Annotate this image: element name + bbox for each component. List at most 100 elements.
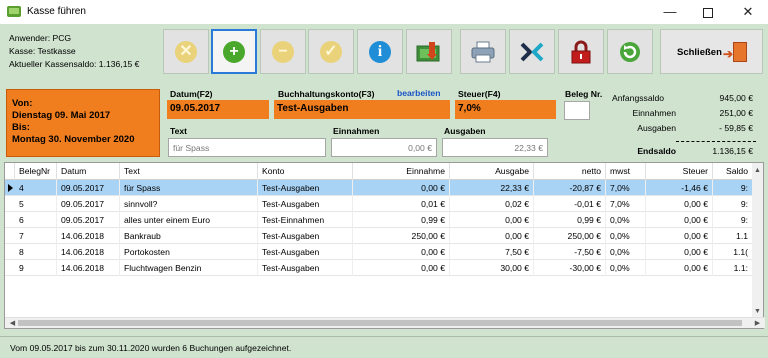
column-header[interactable]: BelegNr [15, 163, 57, 180]
table-cell: Test-Einnahmen [258, 212, 353, 228]
text-field[interactable]: für Spass [168, 138, 326, 157]
close-window-button[interactable]: ✕ [730, 0, 766, 24]
date-label: Datum(F2) [170, 89, 213, 99]
receipt-number-field[interactable] [564, 101, 590, 120]
table-cell: 4 [15, 180, 57, 196]
table-cell: 1.1: [713, 260, 753, 276]
table-row[interactable]: 9 14.06.2018 Fluchtwagen Benzin Test-Aus… [5, 260, 753, 276]
summary-expense-value: - 59,85 € [719, 123, 753, 133]
close-register-label: Schließen [677, 47, 722, 58]
maximize-icon [703, 7, 713, 18]
income-label: Einnahmen [333, 126, 380, 136]
expense-label: Ausgaben [444, 126, 486, 136]
column-header[interactable]: Saldo [713, 163, 753, 180]
table-cell: 6 [15, 212, 57, 228]
column-header[interactable]: netto [534, 163, 606, 180]
table-cell: -0,01 € [534, 196, 606, 212]
period-from-date: Dienstag 09. Mai 2017 [12, 110, 111, 121]
column-header[interactable]: Datum [57, 163, 120, 180]
scroll-down-icon[interactable]: ▼ [752, 306, 763, 317]
lock-button[interactable] [558, 29, 604, 74]
table-row[interactable]: 4 09.05.2017 für Spass Test-Ausgaben 0,0… [5, 180, 753, 196]
table-cell: Fluchtwagen Benzin [120, 260, 258, 276]
period-from-label: Von: [12, 98, 33, 109]
table-cell: 9: [713, 196, 753, 212]
app-icon [7, 6, 21, 17]
table-cell: 0,0% [606, 212, 646, 228]
table-cell: 8 [15, 244, 57, 260]
table-cell: 0,00 € [353, 244, 450, 260]
scroll-left-icon[interactable]: ◀ [7, 318, 18, 329]
close-register-button[interactable]: Schließen ➔ [660, 29, 763, 74]
summary-divider [676, 141, 756, 142]
tax-field[interactable]: 7,0% [455, 100, 556, 119]
vertical-scrollbar[interactable]: ▲ ▼ [752, 163, 763, 319]
refresh-button[interactable] [607, 29, 653, 74]
current-balance-label: Aktueller Kassensaldo: 1.136,15 € [9, 59, 140, 69]
table-cell: 250,00 € [534, 228, 606, 244]
cash-register-button[interactable] [406, 29, 452, 74]
export-icon [520, 42, 544, 61]
column-header[interactable]: Steuer [646, 163, 713, 180]
horizontal-scrollbar[interactable]: ◀ ▶ [5, 317, 765, 328]
table-cell: Portokosten [120, 244, 258, 260]
remove-button[interactable]: − [260, 29, 306, 74]
table-cell: Test-Ausgaben [258, 196, 353, 212]
table-cell: 09.05.2017 [57, 180, 120, 196]
cancel-button[interactable]: ✕ [163, 29, 209, 74]
status-text: Vom 09.05.2017 bis zum 30.11.2020 wurden… [10, 343, 292, 353]
table-cell: 09.05.2017 [57, 196, 120, 212]
table-row[interactable]: 8 14.06.2018 Portokosten Test-Ausgaben 0… [5, 244, 753, 260]
title-bar: Kasse führen — ✕ [0, 0, 768, 24]
table-cell: 9: [713, 212, 753, 228]
period-box: Von: Dienstag 09. Mai 2017 Bis: Montag 3… [6, 89, 160, 157]
table-cell: 0,00 € [353, 180, 450, 196]
maximize-button[interactable] [690, 0, 726, 24]
column-header[interactable]: Einnahme [353, 163, 450, 180]
horizontal-scroll-thumb[interactable] [18, 320, 742, 326]
print-button[interactable] [460, 29, 506, 74]
column-header[interactable]: mwst [606, 163, 646, 180]
income-field[interactable]: 0,00 € [331, 138, 437, 157]
printer-icon [471, 41, 495, 62]
status-bar: Vom 09.05.2017 bis zum 30.11.2020 wurden… [0, 336, 768, 358]
account-label: Buchhaltungskonto(F3) [278, 89, 375, 99]
table-row[interactable]: 5 09.05.2017 sinnvoll? Test-Ausgaben 0,0… [5, 196, 753, 212]
info-button[interactable]: i [357, 29, 403, 74]
table-cell: -7,50 € [534, 244, 606, 260]
table-cell: 250,00 € [353, 228, 450, 244]
bookings-table[interactable]: BelegNr Datum Text Konto Einnahme Ausgab… [4, 162, 765, 329]
table-cell: 14.06.2018 [57, 260, 120, 276]
column-header[interactable]: Text [120, 163, 258, 180]
table-cell: 7 [15, 228, 57, 244]
table-cell: 9 [15, 260, 57, 276]
row-selector-header [5, 163, 15, 180]
account-info: Anwender: PCG Kasse: Testkasse Aktueller… [9, 32, 139, 71]
scroll-right-icon[interactable]: ▶ [752, 318, 763, 329]
table-cell: alles unter einem Euro [120, 212, 258, 228]
column-header[interactable]: Konto [258, 163, 353, 180]
table-cell: 1.1( [713, 244, 753, 260]
minimize-button[interactable]: — [652, 0, 688, 24]
period-to-date: Montag 30. November 2020 [12, 134, 135, 145]
table-cell: 0,00 € [646, 260, 713, 276]
table-cell: -20,87 € [534, 180, 606, 196]
table-row[interactable]: 7 14.06.2018 Bankraub Test-Ausgaben 250,… [5, 228, 753, 244]
scroll-up-icon[interactable]: ▲ [752, 165, 763, 176]
expense-field[interactable]: 22,33 € [442, 138, 548, 157]
table-cell: 30,00 € [450, 260, 534, 276]
remove-icon: − [272, 40, 294, 63]
table-cell: 0,0% [606, 228, 646, 244]
add-button[interactable]: + [211, 29, 257, 74]
add-icon: + [223, 40, 245, 63]
account-edit-link[interactable]: bearbeiten [397, 88, 440, 98]
export-button[interactable] [509, 29, 555, 74]
account-field[interactable]: Test-Ausgaben [274, 100, 450, 119]
table-cell: -30,00 € [534, 260, 606, 276]
table-cell: 0,00 € [646, 212, 713, 228]
table-cell: Test-Ausgaben [258, 228, 353, 244]
date-field[interactable]: 09.05.2017 [167, 100, 269, 119]
table-row[interactable]: 6 09.05.2017 alles unter einem Euro Test… [5, 212, 753, 228]
confirm-button[interactable]: ✓ [308, 29, 354, 74]
column-header[interactable]: Ausgabe [450, 163, 534, 180]
